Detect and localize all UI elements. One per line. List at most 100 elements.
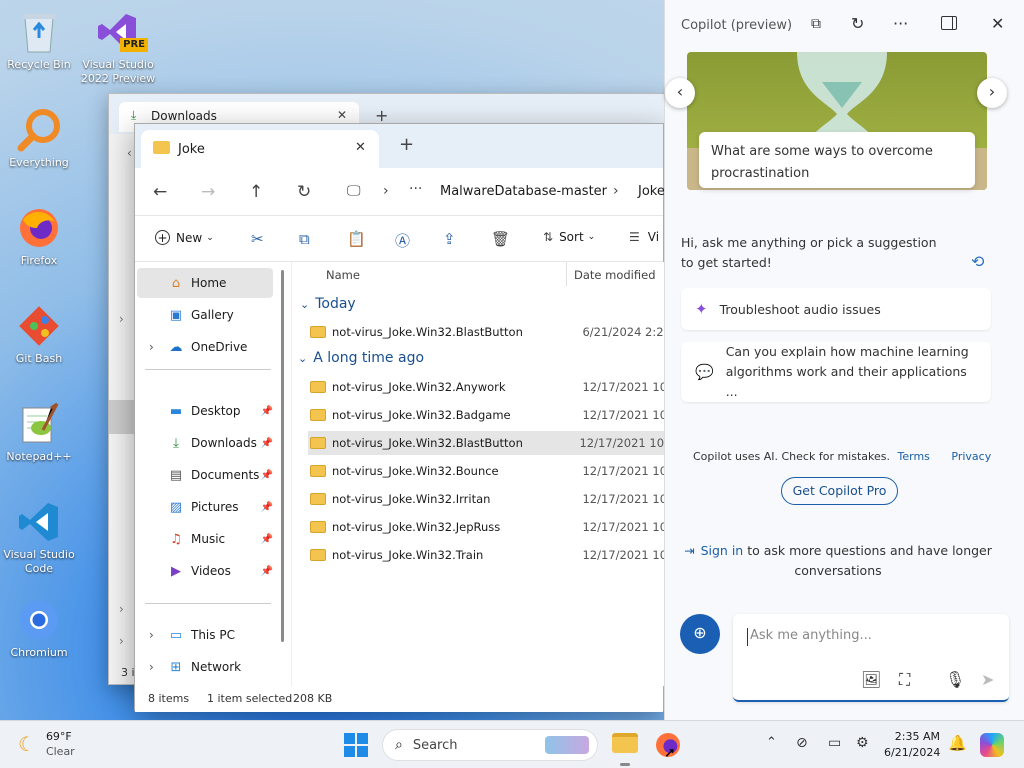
file-row[interactable]: not-virus_Joke.Win32.Bounce 12/17/2021 1… (310, 459, 670, 483)
pin-icon[interactable]: 📌 (261, 438, 273, 449)
pin-icon[interactable]: 📌 (261, 534, 273, 545)
chevron-right-icon[interactable]: › (119, 602, 124, 616)
microphone-icon[interactable]: 🎙 (945, 670, 965, 689)
privacy-link[interactable]: Privacy (951, 450, 991, 463)
desktop-icon-firefox[interactable]: Firefox (0, 204, 79, 268)
tab-joke[interactable]: Joke ✕ (141, 130, 379, 168)
scrollbar[interactable] (281, 270, 284, 642)
copilot-taskbar-icon[interactable] (980, 733, 1004, 757)
copy-icon[interactable]: ⧉ (299, 230, 310, 248)
column-divider[interactable] (566, 262, 567, 286)
file-row[interactable]: not-virus_Joke.Win32.Badgame 12/17/2021 … (310, 403, 670, 427)
sort-button[interactable]: ⇅ Sort ⌄ (543, 230, 595, 244)
carousel-prev-button[interactable]: ‹ (665, 78, 695, 108)
file-row-selected[interactable]: not-virus_Joke.Win32.BlastButton 12/17/2… (308, 431, 664, 455)
more-icon[interactable]: ··· (409, 181, 422, 197)
suggestion-card[interactable]: ✦ Troubleshoot audio issues (681, 288, 991, 330)
get-copilot-pro-button[interactable]: Get Copilot Pro (781, 477, 898, 505)
group-header[interactable]: ⌄ A long time ago (298, 350, 424, 366)
close-icon[interactable]: ✕ (991, 14, 1004, 33)
sidebar-item-desktop[interactable]: ▬ Desktop 📌 (137, 396, 273, 426)
share-icon[interactable]: ⇪ (443, 230, 456, 248)
file-row[interactable]: not-virus_Joke.Win32.Irritan 12/17/2021 … (310, 487, 670, 511)
open-in-new-icon[interactable]: ⧉ (811, 16, 821, 32)
new-tab-icon[interactable]: + (399, 134, 414, 155)
desktop-icon-vscode[interactable]: Visual Studio Code (0, 498, 79, 576)
chat-input[interactable]: Ask me anything... (747, 628, 872, 646)
sidebar-item-onedrive[interactable]: › ☁ OneDrive (137, 332, 273, 362)
back-icon[interactable]: ← (153, 182, 167, 202)
file-row[interactable]: not-virus_Joke.Win32.Train 12/17/2021 10… (310, 543, 670, 567)
pin-icon[interactable]: 📌 (261, 502, 273, 513)
close-tab-icon[interactable]: ✕ (355, 140, 366, 155)
column-header-name[interactable]: Name (326, 268, 360, 282)
sidebar-item-videos[interactable]: ▶ Videos 📌 (137, 556, 273, 586)
carousel-next-button[interactable]: › (977, 78, 1007, 108)
close-icon[interactable]: ✕ (337, 108, 347, 122)
desktop-icon-visual-studio[interactable]: PRE Visual Studio 2022 Preview (78, 8, 158, 86)
refresh-icon[interactable]: ↻ (851, 14, 864, 33)
file-row[interactable]: not-virus_Joke.Win32.JepRuss 12/17/2021 … (310, 515, 670, 539)
desktop-icon-everything[interactable]: Everything (0, 106, 79, 170)
clock-time[interactable]: 2:35 AM (884, 729, 940, 745)
chevron-up-icon[interactable]: ⌃ (766, 735, 777, 750)
chevron-right-icon[interactable]: › (149, 660, 165, 674)
network-status-icon[interactable]: ⊘ (796, 735, 808, 751)
column-header-date[interactable]: Date modified (574, 268, 656, 282)
pin-icon[interactable]: 📌 (261, 566, 273, 577)
desktop-icon-recycle-bin[interactable]: Recycle Bin (0, 8, 79, 72)
rename-icon[interactable]: Ⓐ (395, 230, 410, 251)
monitor-icon[interactable]: 🖵 (347, 183, 361, 199)
sidebar-item-music[interactable]: ♫ Music 📌 (137, 524, 273, 554)
refresh-icon[interactable]: ↻ (297, 182, 311, 202)
sidebar-item-home[interactable]: ⌂ Home (137, 268, 273, 298)
sidebar-item-network[interactable]: › ⊞ Network (137, 652, 273, 682)
chevron-right-icon[interactable]: › (119, 634, 124, 648)
refresh-suggestions-icon[interactable]: ⟲ (971, 252, 984, 271)
group-header[interactable]: ⌄ Today (300, 296, 356, 312)
desktop-icon-chromium[interactable]: Chromium (0, 596, 79, 660)
pin-icon[interactable]: 📌 (261, 406, 273, 417)
screenshot-icon[interactable]: ⛶ (899, 670, 910, 690)
delete-icon[interactable]: 🗑 (491, 230, 510, 248)
language-icon[interactable]: ⚙ (856, 735, 869, 751)
view-button[interactable]: ☰ Vi (629, 230, 659, 244)
file-row[interactable]: not-virus_Joke.Win32.BlastButton 6/21/20… (310, 320, 670, 344)
desktop-icon-git-bash[interactable]: Git Bash (0, 302, 79, 366)
chevron-right-icon[interactable]: › (149, 628, 165, 642)
breadcrumb-item[interactable]: MalwareDatabase-master (440, 184, 607, 199)
more-icon[interactable]: ··· (893, 14, 908, 33)
sidebar-item-gallery[interactable]: ▣ Gallery (137, 300, 273, 330)
carousel-caption[interactable]: What are some ways to overcome procrasti… (699, 132, 975, 188)
new-topic-button[interactable]: ⊕ (680, 614, 720, 654)
notification-bell-icon[interactable]: 🔔 (948, 734, 967, 752)
chat-input-box[interactable]: Ask me anything... 🖼 ⛶ 🎙 ➤ (733, 614, 1009, 702)
chevron-right-icon[interactable]: › (119, 312, 124, 326)
clock-date[interactable]: 6/21/2024 (884, 745, 940, 761)
breadcrumb-item[interactable]: Joke (638, 184, 665, 199)
paste-icon[interactable]: 📋 (347, 230, 366, 248)
pin-icon[interactable]: 📌 (261, 470, 273, 481)
chevron-right-icon[interactable]: › (149, 340, 165, 354)
sign-in-link[interactable]: Sign in (701, 543, 744, 558)
weather-widget[interactable]: ☾ 69°F Clear (18, 729, 75, 759)
sidebar-item-this-pc[interactable]: › ▭ This PC (137, 620, 273, 650)
sidebar-item-downloads[interactable]: ⤓ Downloads 📌 (137, 428, 273, 458)
forward-icon[interactable]: → (201, 182, 215, 202)
terms-link[interactable]: Terms (898, 450, 930, 463)
up-icon[interactable]: ↑ (249, 182, 263, 202)
sidebar-item-documents[interactable]: ▤ Documents 📌 (137, 460, 273, 490)
add-image-icon[interactable]: 🖼 (861, 670, 881, 689)
back-icon[interactable]: ‹ (127, 146, 132, 160)
start-icon[interactable] (344, 733, 368, 757)
desktop-icon-notepad-plus[interactable]: Notepad++ (0, 400, 79, 464)
file-explorer-taskbar-icon[interactable] (612, 733, 638, 753)
cut-icon[interactable]: ✂ (251, 230, 264, 248)
sidebar-item-pictures[interactable]: ▨ Pictures 📌 (137, 492, 273, 522)
dock-icon[interactable] (941, 16, 957, 30)
search-box[interactable]: ⌕ Search (382, 729, 598, 761)
send-icon[interactable]: ➤ (981, 670, 994, 689)
display-icon[interactable]: ▭ (828, 735, 841, 751)
new-button[interactable]: + New ⌄ (155, 230, 214, 245)
suggestion-card[interactable]: 💬 Can you explain how machine learning a… (681, 342, 991, 402)
